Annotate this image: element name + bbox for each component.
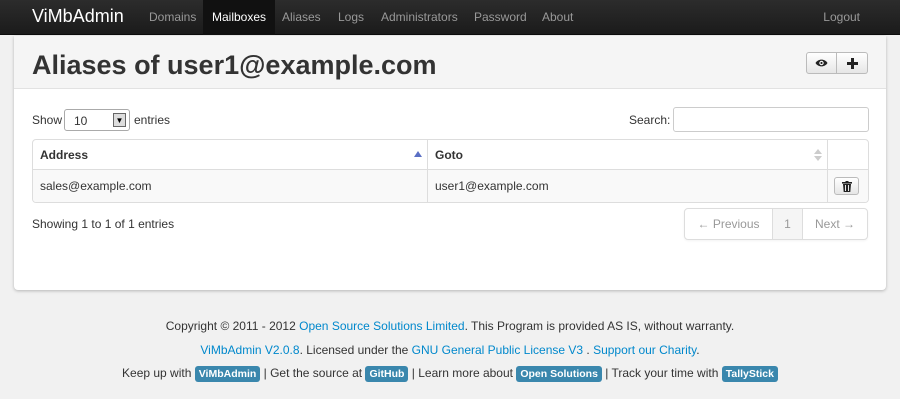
nav-item-about[interactable]: About	[542, 0, 573, 35]
badge-tallystick[interactable]: TallyStick	[721, 366, 778, 382]
nav-item-aliases[interactable]: Aliases	[282, 0, 321, 35]
logout-link[interactable]: Logout	[823, 0, 860, 35]
page-length-value: 10	[74, 114, 88, 128]
top-navbar: ViMbAdmin Domains Mailboxes Aliases Logs…	[0, 0, 900, 35]
footer-link-version[interactable]: ViMbAdmin V2.0.8	[200, 343, 299, 357]
entries-label: entries	[134, 113, 171, 127]
pagination: ← Previous 1 Next →	[684, 208, 868, 240]
trash-icon	[841, 180, 852, 192]
main-panel: Aliases of user1@example.com Show 10 ▼ e…	[14, 36, 886, 290]
column-header-goto[interactable]: Goto	[427, 140, 827, 170]
brand-logo[interactable]: ViMbAdmin	[32, 6, 124, 26]
footer-links: Keep up with ViMbAdmin | Get the source …	[0, 366, 900, 382]
column-header-actions	[827, 140, 868, 170]
footer-link-gpl[interactable]: GNU General Public License V3	[412, 343, 583, 357]
cell-actions	[827, 170, 868, 202]
next-page-button[interactable]: Next →	[803, 209, 867, 239]
badge-vimbadmin[interactable]: ViMbAdmin	[194, 366, 261, 382]
column-header-address[interactable]: Address	[33, 140, 427, 170]
view-toggle-button[interactable]	[806, 52, 837, 74]
footer-link-charity[interactable]: Support our Charity	[593, 343, 696, 357]
page-length-select[interactable]: 10 ▼	[64, 109, 130, 131]
plus-icon	[846, 57, 858, 69]
search-input[interactable]	[673, 107, 869, 132]
badge-open-solutions[interactable]: Open Solutions	[516, 366, 602, 382]
nav-item-administrators[interactable]: Administrators	[381, 0, 458, 35]
add-alias-button[interactable]	[837, 52, 868, 74]
sort-ascending-icon	[414, 151, 422, 157]
footer-link-oss[interactable]: Open Source Solutions Limited	[299, 319, 464, 333]
cell-address: sales@example.com	[33, 170, 427, 202]
cell-goto: user1@example.com	[427, 170, 827, 202]
eye-icon	[815, 59, 828, 67]
header-actions	[806, 52, 868, 74]
dropdown-arrow-icon: ▼	[113, 113, 126, 127]
table-info: Showing 1 to 1 of 1 entries	[32, 217, 175, 231]
search-label: Search:	[629, 113, 671, 127]
footer-copyright: Copyright © 2011 - 2012 Open Source Solu…	[165, 319, 735, 333]
aliases-table: Address Goto sales@example.com user1@exa…	[32, 139, 869, 203]
nav-item-logs[interactable]: Logs	[338, 0, 364, 35]
sort-icon	[814, 149, 822, 163]
delete-alias-button[interactable]	[834, 177, 859, 195]
panel-header: Aliases of user1@example.com	[14, 36, 886, 89]
nav-item-mailboxes[interactable]: Mailboxes	[203, 0, 276, 35]
previous-page-button[interactable]: ← Previous	[685, 209, 772, 239]
page-title: Aliases of user1@example.com	[32, 50, 437, 80]
badge-github[interactable]: GitHub	[365, 366, 409, 382]
nav-item-password[interactable]: Password	[474, 0, 527, 35]
show-label: Show	[32, 113, 63, 127]
nav-item-domains[interactable]: Domains	[149, 0, 196, 35]
page-number-1[interactable]: 1	[772, 209, 803, 239]
footer-license: ViMbAdmin V2.0.8. Licensed under the GNU…	[200, 343, 700, 357]
